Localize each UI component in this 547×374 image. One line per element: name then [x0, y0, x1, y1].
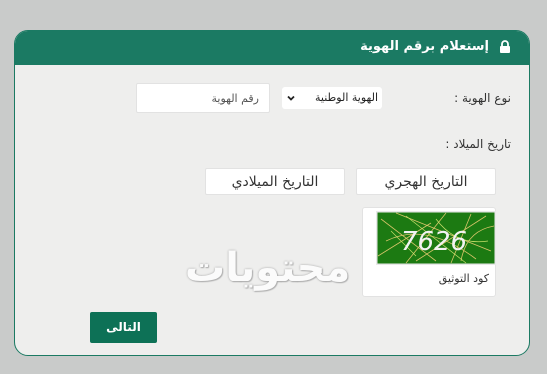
captcha-code: 7626 [401, 227, 467, 257]
captcha-card: 7626 كود التوثيق [362, 207, 496, 297]
captcha-image: 7626 [376, 211, 496, 265]
id-type-label: نوع الهوية : [454, 91, 511, 105]
id-type-select[interactable]: الهوية الوطنية [282, 87, 382, 109]
chevron-down-icon [287, 95, 295, 101]
inquiry-panel: إستعلام برقم الهوية نوع الهوية : الهوية … [14, 30, 530, 356]
watermark: محتويات [185, 245, 351, 291]
captcha-label: كود التوثيق [438, 272, 489, 285]
panel-title: إستعلام برقم الهوية [360, 39, 489, 54]
id-type-selected: الهوية الوطنية [315, 91, 378, 104]
lock-icon [500, 40, 510, 53]
panel-header: إستعلام برقم الهوية [15, 31, 529, 65]
id-number-input[interactable]: رقم الهوية [136, 83, 270, 113]
gregorian-date-button[interactable]: التاريخ الميلادي [205, 168, 345, 195]
next-button[interactable]: التالى [90, 312, 157, 343]
birth-date-label: تاريخ الميلاد : [445, 137, 511, 151]
hijri-date-button[interactable]: التاريخ الهجري [356, 168, 496, 195]
